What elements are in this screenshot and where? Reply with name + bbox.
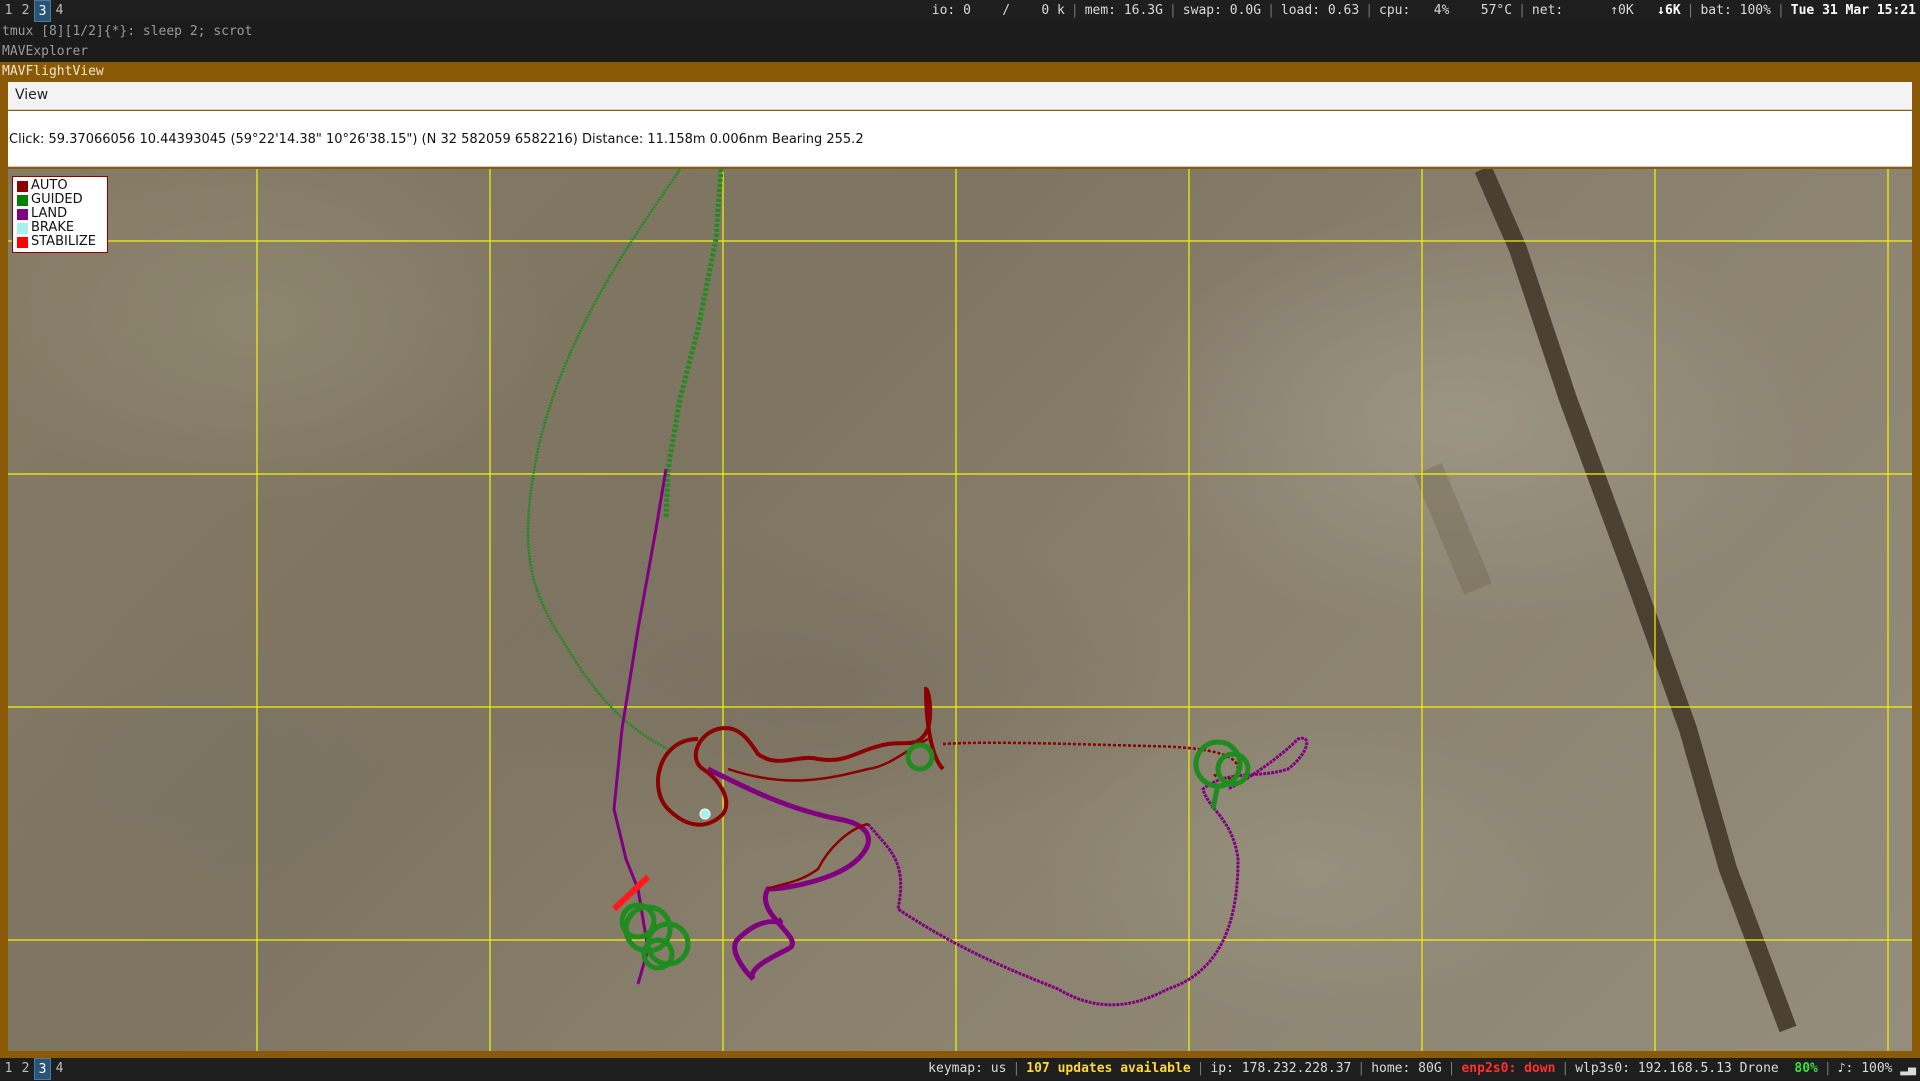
menu-view[interactable]: View — [15, 87, 48, 103]
click-info-text: Click: 59.37066056 10.44393045 (59°22'14… — [9, 132, 864, 147]
legend-swatch-auto — [17, 180, 28, 192]
wifi-signal: 80% — [1794, 1061, 1818, 1076]
road-shadow — [1414, 463, 1492, 595]
flight-mode-legend: AUTO GUIDED LAND BRAKE STABILIZE — [12, 176, 108, 253]
system-status: io: 0 / 0 k | mem: 16.3G | swap: 0.0G | loa… — [932, 0, 1916, 22]
clock: Tue 31 Mar 15:21 — [1790, 3, 1916, 18]
home-disk-status: home: 80G — [1371, 1061, 1442, 1076]
wifi-status: wlp3s0: 192.168.5.13 — [1575, 1061, 1732, 1076]
workspace-3-button[interactable]: 3 — [34, 0, 51, 22]
workspace-4-button[interactable]: 4 — [51, 0, 68, 22]
map-overlay — [8, 169, 1912, 1051]
guided-track-arc — [526, 169, 682, 751]
brake-marker — [699, 808, 711, 820]
legend-swatch-guided — [17, 194, 28, 206]
cpu-status: cpu: 4% — [1379, 3, 1450, 18]
wifi-ssid: Drone — [1739, 1061, 1779, 1076]
legend-item-auto: AUTO — [17, 179, 107, 193]
keymap-status: keymap: us — [928, 1061, 1007, 1076]
legend-swatch-land — [17, 208, 28, 220]
legend-item-guided: GUIDED — [17, 193, 107, 207]
workspace-1-button[interactable]: 1 — [0, 0, 17, 22]
mavexplorer-title: MAVExplorer — [0, 42, 1920, 62]
map-view[interactable] — [8, 169, 1912, 1051]
window-title: MAVFlightView — [0, 62, 1920, 82]
swap-status: swap: 0.0G — [1182, 3, 1262, 18]
io-k: 0 k — [1041, 3, 1065, 18]
legend-swatch-brake — [17, 222, 28, 234]
guided-track-straight — [663, 169, 724, 520]
bottom-system-status: keymap: us | 107 updates available | ip: 1… — [928, 1058, 1916, 1080]
menu-bar: View — [8, 82, 1912, 110]
land-track-loop — [706, 766, 871, 981]
bottom-status-bar: 1 2 3 4 keymap: us | 107 updates availabl… — [0, 1058, 1920, 1080]
road-feature — [1474, 169, 1797, 1033]
top-status-bar: 1 2 3 4 io: 0 / 0 k | mem: 16.3G | swap: 0… — [0, 0, 1920, 22]
land-track-sweep — [866, 736, 1309, 1007]
workspace-2-button[interactable]: 2 — [17, 0, 34, 22]
workspace-2-button-bottom[interactable]: 2 — [17, 1058, 34, 1080]
workspace-switcher: 1 2 3 4 — [0, 0, 68, 22]
guided-track-cluster — [619, 739, 1251, 971]
workspace-switcher-bottom: 1 2 3 4 — [0, 1058, 68, 1080]
io-status: io: 0 — [931, 3, 971, 18]
legend-item-stabilize: STABILIZE — [17, 235, 107, 249]
ip-status: ip: 178.232.228.37 — [1210, 1061, 1352, 1076]
updates-status: 107 updates available — [1026, 1061, 1191, 1076]
click-info-panel: Click: 59.37066056 10.44393045 (59°22'14… — [8, 111, 1912, 167]
workspace-4-button-bottom[interactable]: 4 — [51, 1058, 68, 1080]
map-grid — [8, 169, 1912, 1051]
temp-status: 57°C — [1480, 3, 1513, 18]
net-label: net: — [1531, 3, 1564, 18]
legend-item-brake: BRAKE — [17, 221, 107, 235]
legend-item-land: LAND — [17, 207, 107, 221]
ethernet-status: enp2s0: down — [1461, 1061, 1556, 1076]
workspace-3-button-bottom[interactable]: 3 — [34, 1058, 51, 1080]
mem-status: mem: 16.3G — [1084, 3, 1163, 18]
volume-bars-icon: ▂▄ — [1892, 1061, 1916, 1076]
battery-status: bat: 100% — [1700, 3, 1771, 18]
workspace-1-button-bottom[interactable]: 1 — [0, 1058, 17, 1080]
load-status: load: 0.63 — [1280, 3, 1360, 18]
net-up: ↑0K — [1610, 3, 1634, 18]
volume-status: ♪: 100% — [1837, 1061, 1893, 1076]
terminal-command-line: tmux [8][1/2]{*}: sleep 2; scrot — [0, 22, 1920, 42]
net-down: ↓6K — [1657, 3, 1681, 18]
io-slash: / — [1002, 3, 1011, 18]
legend-swatch-stabilize — [17, 236, 28, 248]
